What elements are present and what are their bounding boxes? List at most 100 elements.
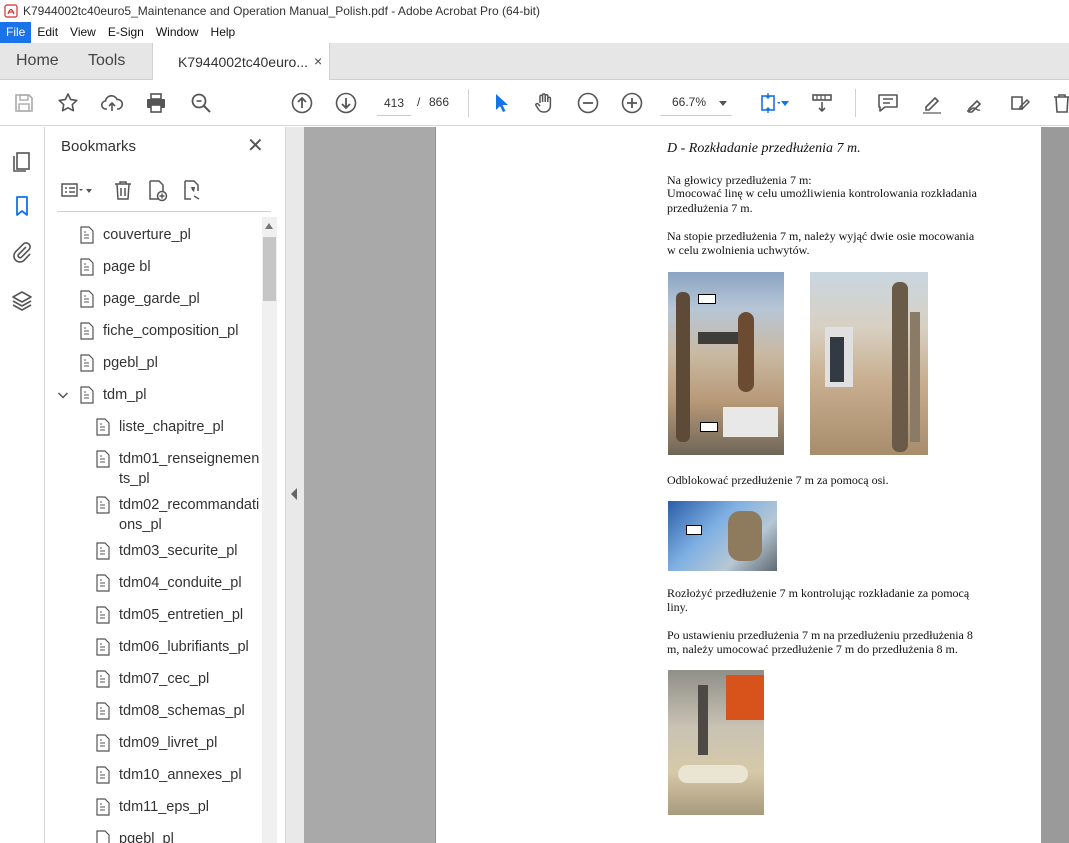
bookmark-doc-icon <box>79 322 95 340</box>
bookmark-label: tdm05_entretien_pl <box>119 607 244 623</box>
bookmark-item[interactable]: tdm11_eps_pl <box>95 797 263 817</box>
zoom-search-icon[interactable] <box>189 91 213 115</box>
bookmark-item[interactable]: page_garde_pl <box>79 289 263 309</box>
new-bookmark-icon[interactable] <box>145 178 169 202</box>
paragraph-line: liny. <box>667 600 688 614</box>
page-thumbnails-icon[interactable] <box>10 149 34 173</box>
bookmark-item[interactable]: tdm10_annexes_pl <box>95 765 263 785</box>
bookmark-label: tdm11_eps_pl <box>119 799 210 815</box>
bookmark-doc-icon <box>95 734 111 752</box>
tab-home[interactable]: Home <box>16 52 59 70</box>
page-number-input[interactable] <box>377 90 411 116</box>
toolbar-divider <box>468 89 469 117</box>
print-icon[interactable] <box>144 91 168 115</box>
title-bar: K7944002tc40euro5_Maintenance and Operat… <box>0 0 1069 22</box>
tab-bar: Home Tools K7944002tc40euro... × <box>0 43 1069 81</box>
upload-cloud-icon[interactable] <box>100 91 124 115</box>
hand-tool-icon[interactable] <box>532 91 556 115</box>
photo-extension-head <box>668 272 784 455</box>
menu-edit[interactable]: Edit <box>31 22 64 43</box>
fit-chevron-icon[interactable] <box>781 101 789 106</box>
star-icon[interactable] <box>56 91 80 115</box>
toolbar: / 866 66.7% <box>0 80 1069 126</box>
bookmark-item[interactable]: tdm02_recommandations_pl <box>95 495 263 535</box>
bookmark-item[interactable]: liste_chapitre_pl <box>95 417 263 437</box>
menu-file[interactable]: File <box>0 22 32 43</box>
bookmark-doc-icon <box>79 290 95 308</box>
scroll-mode-icon[interactable] <box>810 91 834 115</box>
bookmark-item[interactable]: pgebl_pl <box>79 353 263 373</box>
comment-icon[interactable] <box>876 91 900 115</box>
menu-view[interactable]: View <box>64 22 102 43</box>
bookmark-label: tdm08_schemas_pl <box>119 703 245 719</box>
bookmark-item[interactable]: pgebl_pl <box>95 829 263 843</box>
bookmark-item[interactable]: couverture_pl <box>79 225 263 245</box>
next-page-icon[interactable] <box>334 91 358 115</box>
chevron-down-icon[interactable] <box>57 389 69 401</box>
sign-icon[interactable] <box>964 91 988 115</box>
tab-document[interactable]: K7944002tc40euro... × <box>152 43 330 81</box>
bookmark-doc-icon <box>79 258 95 276</box>
save-icon[interactable] <box>12 91 36 115</box>
menu-esign[interactable]: E-Sign <box>102 22 150 43</box>
menu-help[interactable]: Help <box>205 22 242 43</box>
bookmark-item[interactable]: tdm05_entretien_pl <box>95 605 263 625</box>
collapse-left-icon[interactable] <box>291 488 297 500</box>
paragraph-line: Rozłożyć przedłużenie 7 m kontrolując ro… <box>667 586 970 600</box>
delete-icon[interactable] <box>1050 91 1069 115</box>
previous-page-icon[interactable] <box>290 91 314 115</box>
fill-sign-icon[interactable] <box>1008 91 1032 115</box>
acrobat-icon <box>4 4 18 18</box>
bookmark-item[interactable]: tdm06_lubrifiants_pl <box>95 637 263 657</box>
bookmark-item[interactable]: tdm09_livret_pl <box>95 733 263 753</box>
bookmarks-title: Bookmarks <box>61 138 137 155</box>
chevron-down-icon <box>719 101 727 106</box>
bookmark-doc-icon <box>95 418 111 436</box>
tab-tools[interactable]: Tools <box>88 52 125 70</box>
scroll-up-icon[interactable] <box>265 223 273 229</box>
zoom-in-icon[interactable] <box>620 91 644 115</box>
bookmark-icon[interactable] <box>10 194 34 218</box>
bookmarks-scrollbar[interactable] <box>262 217 277 843</box>
delete-bookmark-icon[interactable] <box>111 178 135 202</box>
close-icon[interactable]: ✕ <box>247 136 264 156</box>
paragraph-line: m, należy umocować przedłużenie 7 m do p… <box>667 642 958 656</box>
paragraph-line: przedłużenia 7 m. <box>667 201 753 215</box>
fit-page-icon[interactable] <box>756 91 780 115</box>
menu-window[interactable]: Window <box>150 22 205 43</box>
tab-close-icon[interactable]: × <box>314 53 322 69</box>
paragraph-line: Na stopie przedłużenia 7 m, należy wyjąć… <box>667 229 975 243</box>
bookmark-item[interactable]: tdm01_renseignements_pl <box>95 449 263 489</box>
attachment-icon[interactable] <box>10 240 34 264</box>
bookmark-label: tdm07_cec_pl <box>119 671 210 687</box>
bookmark-label: couverture_pl <box>103 227 191 243</box>
bookmark-item[interactable]: fiche_composition_pl <box>79 321 263 341</box>
bookmark-item[interactable]: tdm08_schemas_pl <box>95 701 263 721</box>
highlight-pen-icon[interactable] <box>920 91 944 115</box>
bookmark-item[interactable]: page bl <box>79 257 263 277</box>
scrollbar-thumb[interactable] <box>263 237 276 301</box>
options-menu-icon[interactable] <box>59 178 83 202</box>
panel-collapse-strip[interactable] <box>285 127 304 843</box>
photo-unlock-axis <box>668 501 777 571</box>
bookmark-doc-icon <box>95 574 111 592</box>
options-chevron-icon[interactable] <box>86 189 92 193</box>
document-view[interactable]: D - Rozkładanie przedłużenia 7 m. Na gło… <box>304 127 1069 843</box>
zoom-out-icon[interactable] <box>576 91 600 115</box>
menu-bar: File Edit View E-Sign Window Help <box>0 22 1069 43</box>
bookmark-item[interactable]: tdm04_conduite_pl <box>95 573 263 593</box>
select-cursor-icon[interactable] <box>489 91 513 115</box>
zoom-select[interactable]: 66.7% <box>660 90 732 116</box>
bookmark-item[interactable]: tdm07_cec_pl <box>95 669 263 689</box>
bookmark-item[interactable]: tdm_pl <box>79 385 263 405</box>
left-navigation-rail <box>0 127 45 843</box>
paragraph-line: Odblokować przedłużenie 7 m za pomocą os… <box>667 473 889 487</box>
find-bookmark-icon[interactable] <box>180 178 204 202</box>
paragraph-line: Na głowicy przedłużenia 7 m: <box>667 173 812 187</box>
layers-icon[interactable] <box>10 289 34 313</box>
pdf-page: D - Rozkładanie przedłużenia 7 m. Na gło… <box>435 127 1041 843</box>
bookmark-label: page bl <box>103 259 151 275</box>
bookmark-label: pgebl_pl <box>119 831 174 843</box>
zoom-value: 66.7% <box>672 95 707 109</box>
bookmark-item[interactable]: tdm03_securite_pl <box>95 541 263 561</box>
